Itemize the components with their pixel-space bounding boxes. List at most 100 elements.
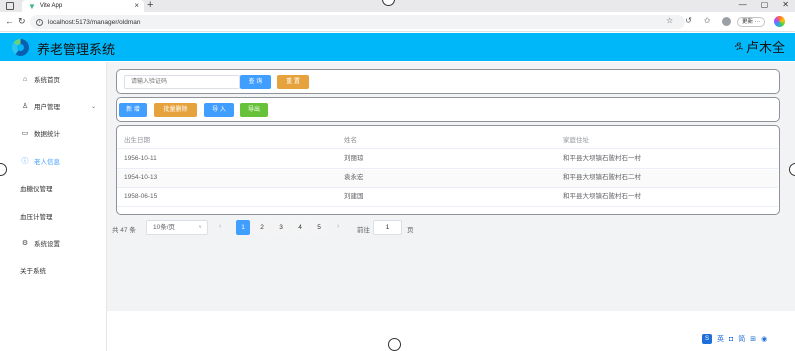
ime-punctuation-icon[interactable]: ◘ [729,336,733,343]
refresh-extension-icon[interactable]: ↺ [685,16,692,25]
copilot-icon[interactable] [774,16,785,27]
page-5-button[interactable]: 5 [312,220,326,235]
sidebar-item-statistics[interactable]: ▭ 数据统计 [0,126,106,140]
minimize-icon[interactable]: — [739,0,747,9]
reset-button[interactable]: 重 置 [277,75,309,89]
address-bar: ← ↻ i localhost:5173/manager/oldman ☆ ↺ … [0,12,795,32]
app-logo-icon [12,39,29,56]
sidebar-item-label: 系统首页 [34,77,60,84]
goto-label: 前往 [357,227,370,234]
ime-mode-simplified[interactable]: 简 [738,334,745,344]
sidebar-item-settings[interactable]: ⚙ 系统设置 [0,236,106,250]
table-row[interactable]: 1956-10-11 刘丽琼 和平县大坝镇石陂村石一村 [117,151,778,169]
page-3-button[interactable]: 3 [274,220,288,235]
batch-delete-button[interactable]: 批量删除 [154,103,197,117]
sidebar-item-label: 用户管理 [34,104,60,111]
export-button[interactable]: 导出 [240,103,268,117]
app-title: 养老管理系统 [37,42,116,57]
sidebar-item-label: 数据统计 [34,131,60,138]
favorites-icon[interactable]: ✩ [704,16,711,25]
window-controls: — ▢ ✕ [739,0,789,9]
home-icon: ⌂ [22,75,28,83]
next-page-button[interactable]: › [337,223,339,230]
sidebar-item-label: 关于系统 [20,268,46,275]
tab-close-icon[interactable]: × [134,1,139,10]
reload-icon[interactable]: ↻ [18,16,26,27]
sidebar: ⌂ 系统首页 ♙ 用户管理 ⌄ ▭ 数据统计 ⓘ 老人信息 血糖仪管理 血压计管… [0,62,107,351]
prev-page-button[interactable]: ‹ [219,223,221,230]
close-window-icon[interactable]: ✕ [782,0,789,9]
cell-address: 和平县大坝镇石陂村石一村 [563,193,641,200]
page-size-select[interactable]: 10条/页 ∨ [146,220,208,235]
url-field[interactable]: i localhost:5173/manager/oldman [30,15,685,29]
page-size-value: 10条/页 [153,224,176,231]
update-button[interactable]: 更新 ··· [737,17,766,27]
page-1-button[interactable]: 1 [236,220,250,235]
cell-birth-date: 1958-06-15 [124,193,158,200]
ime-logo-icon[interactable]: S [702,334,712,344]
header-birth-date: 出生日期 [124,137,150,144]
cell-address: 和平县大坝镇石陂村石一村 [563,155,641,162]
sidebar-item-elderly-info[interactable]: ⓘ 老人信息 [0,154,106,168]
capture-handle[interactable] [789,163,795,176]
gear-icon: ⚙ [21,240,29,247]
add-button[interactable]: 新 增 [119,103,147,117]
ime-toolbar: S 英 ◘ 简 ⊞ ◉ [702,334,767,344]
maximize-icon[interactable]: ▢ [761,0,769,9]
page-4-button[interactable]: 4 [293,220,307,235]
pagination: 共 47 条 10条/页 ∨ ‹ 1 2 3 4 5 › 前往 1 页 [107,220,795,236]
query-button[interactable]: 查 询 [240,75,271,89]
capture-handle[interactable] [388,338,401,351]
favorite-star-icon[interactable]: ☆ [666,16,673,25]
table-row[interactable]: 1958-06-15 刘建国 和平县大坝镇石陂村石一村 [117,189,778,207]
sidebar-item-home[interactable]: ⌂ 系统首页 [0,72,106,86]
profile-avatar[interactable] [722,17,731,26]
cell-address: 和平县大坝镇石陂村石二村 [563,174,641,181]
tab-title: Vite App [39,3,63,9]
chevron-down-icon: ∨ [198,224,202,230]
import-button[interactable]: 导 入 [204,103,234,117]
sidebar-item-label: 系统设置 [34,241,60,248]
vite-logo-icon: ▼ [28,1,36,11]
ime-grid-icon[interactable]: ⊞ [750,335,756,343]
browser-tab[interactable]: ▼ Vite App × [22,0,144,12]
user-icon: ♙ [21,103,29,110]
table-row[interactable]: 1954-10-13 袁永宏 和平县大坝镇石陂村石二村 [117,170,778,188]
cell-name: 刘建国 [344,193,364,200]
user-menu[interactable]: ዷ 卢木全 [735,37,785,56]
user-name: 卢木全 [745,40,785,55]
site-info-icon[interactable]: i [36,18,43,26]
search-card: 查 询 重 置 [116,69,780,94]
total-count: 共 47 条 [112,227,136,234]
header-name: 姓名 [344,137,357,144]
table-header: 出生日期 姓名 家庭住址 [117,133,778,149]
address-bar-icons: ☆ ↺ ✩ [666,16,711,25]
chevron-down-icon: ⌄ [90,103,96,110]
main-content: 查 询 重 置 新 增 批量删除 导 入 导出 出生日期 姓名 家庭住址 195… [107,62,795,311]
header-address: 家庭住址 [563,137,589,144]
cell-birth-date: 1954-10-13 [124,174,158,181]
sidebar-item-about[interactable]: 关于系统 [0,263,106,277]
monitor-icon: ▭ [21,130,29,137]
new-tab-button[interactable]: + [147,0,153,11]
goto-unit-label: 页 [407,227,414,234]
search-input[interactable] [124,75,240,89]
url-text: localhost:5173/manager/oldman [48,18,141,26]
info-icon: ⓘ [21,158,29,165]
app-header: 养老管理系统 ዷ 卢木全 [0,33,795,61]
goto-page-input[interactable]: 1 [373,220,402,235]
ime-mode-english[interactable]: 英 [717,334,724,344]
sidebar-item-users[interactable]: ♙ 用户管理 ⌄ [0,99,106,113]
sidebar-item-glucose-meter[interactable]: 血糖仪管理 [0,181,106,195]
cell-name: 刘丽琼 [344,155,364,162]
sidebar-item-label: 血压计管理 [20,214,53,221]
browser-tab-strip: ▼ Vite App × + — ▢ ✕ [0,0,795,12]
user-icon: ዷ [734,40,743,52]
tab-actions-icon[interactable] [6,2,14,10]
sidebar-item-label: 血糖仪管理 [20,186,53,193]
page-2-button[interactable]: 2 [255,220,269,235]
cell-birth-date: 1956-10-11 [124,155,157,162]
ime-settings-icon[interactable]: ◉ [761,335,767,343]
sidebar-item-blood-pressure[interactable]: 血压计管理 [0,209,106,223]
back-icon[interactable]: ← [5,16,14,26]
